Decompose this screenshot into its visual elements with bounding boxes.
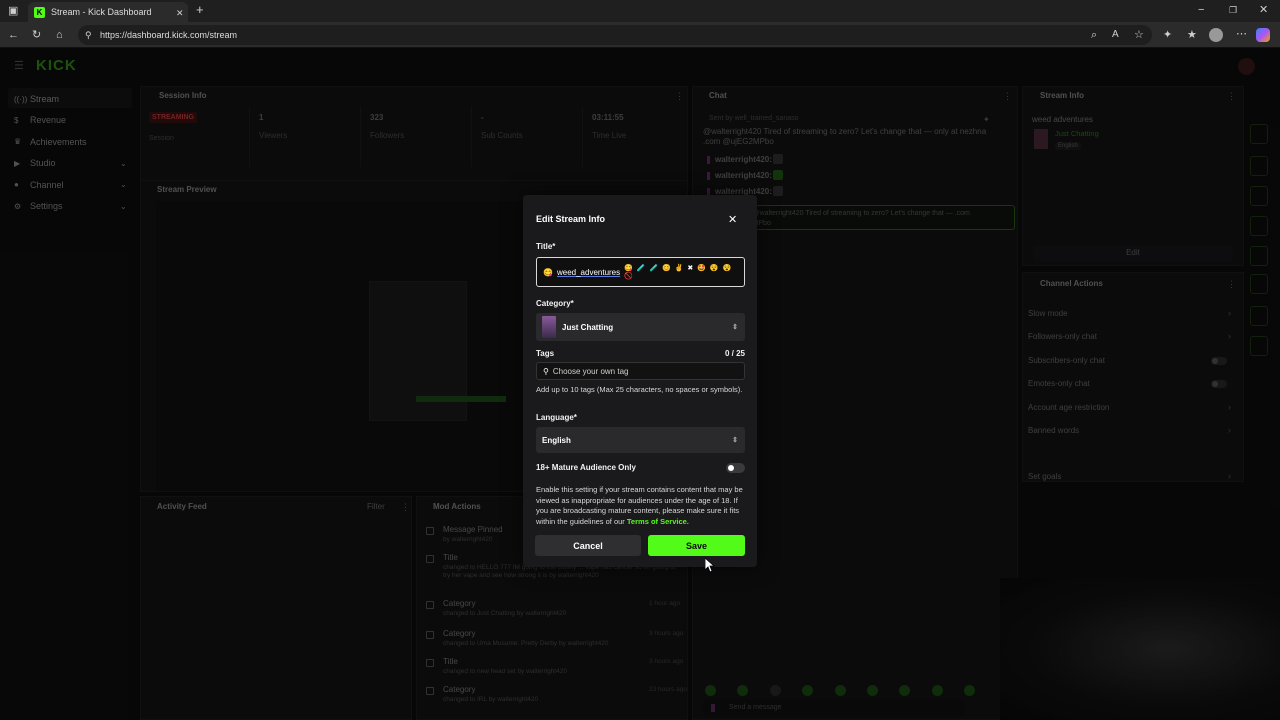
tab-close-icon[interactable]: ✕ bbox=[176, 7, 184, 19]
mature-label: 18+ Mature Audience Only bbox=[536, 463, 636, 472]
browser-menu-icon[interactable]: ⋯ bbox=[1236, 28, 1247, 40]
home-icon[interactable]: ⌂ bbox=[56, 29, 63, 41]
read-aloud-icon[interactable]: A bbox=[1112, 29, 1119, 41]
address-bar-row: ← ↻ ⌂ ⚲ https://dashboard.kick.com/strea… bbox=[0, 22, 1280, 48]
language-value: English bbox=[542, 435, 571, 445]
category-thumb bbox=[542, 316, 556, 338]
window-menu-icon[interactable]: ▣ bbox=[8, 5, 18, 17]
url-field[interactable]: ⚲ https://dashboard.kick.com/stream bbox=[78, 25, 1152, 45]
close-icon[interactable]: ✕ bbox=[728, 213, 737, 226]
title-emojis: 😋 🧪 🧪 😊 ✌ ✖ 🤩 😵 😵 🚫 bbox=[624, 265, 733, 280]
dialog-title: Edit Stream Info bbox=[536, 214, 606, 224]
title-input-value: weed_adventures bbox=[556, 267, 621, 277]
tags-input[interactable]: ⚲ Choose your own tag bbox=[536, 362, 745, 380]
category-label: Category* bbox=[536, 299, 574, 308]
maximize-icon[interactable]: ❐ bbox=[1229, 4, 1237, 16]
tab-title: Stream - Kick Dashboard bbox=[51, 7, 152, 17]
minimize-icon[interactable]: − bbox=[1198, 4, 1204, 16]
mouse-cursor-icon bbox=[705, 558, 715, 573]
edit-stream-info-dialog: Edit Stream Info ✕ Title* 😋 weed_adventu… bbox=[523, 195, 757, 567]
title-emoji-start: 😋 bbox=[543, 267, 553, 277]
title-label: Title* bbox=[536, 242, 556, 251]
cancel-button[interactable]: Cancel bbox=[535, 535, 641, 556]
save-button[interactable]: Save bbox=[648, 535, 745, 556]
copilot-icon[interactable] bbox=[1256, 28, 1270, 42]
tags-help: Add up to 10 tags (Max 25 characters, no… bbox=[536, 385, 743, 394]
favorite-star-icon[interactable]: ☆ bbox=[1134, 29, 1144, 41]
tags-label: Tags bbox=[536, 349, 555, 358]
zoom-icon[interactable]: ⌕ bbox=[1091, 29, 1097, 41]
tags-count: 0 / 25 bbox=[724, 349, 745, 358]
extensions-icon[interactable]: ✦ bbox=[1163, 29, 1172, 41]
browser-tab-bar: ▣ K Stream - Kick Dashboard ✕ + − ❐ ✕ bbox=[0, 0, 1280, 22]
browser-tab[interactable]: K Stream - Kick Dashboard ✕ bbox=[28, 2, 188, 22]
language-select[interactable]: English ⇕ bbox=[536, 427, 745, 453]
mature-toggle[interactable] bbox=[726, 463, 745, 473]
new-tab-icon[interactable]: + bbox=[196, 3, 204, 16]
language-label: Language* bbox=[536, 413, 577, 422]
refresh-icon[interactable]: ↻ bbox=[32, 29, 41, 41]
kick-favicon-icon: K bbox=[34, 6, 45, 18]
category-chevron-icon: ⇕ bbox=[732, 324, 738, 331]
tags-placeholder: Choose your own tag bbox=[552, 366, 629, 376]
close-window-icon[interactable]: ✕ bbox=[1259, 4, 1268, 16]
search-icon: ⚲ bbox=[543, 366, 549, 376]
tos-link[interactable]: Terms of Service. bbox=[627, 517, 689, 526]
collections-icon[interactable]: ★ bbox=[1187, 29, 1197, 41]
profile-avatar[interactable] bbox=[1209, 28, 1223, 42]
category-select[interactable]: Just Chatting ⇕ bbox=[536, 313, 745, 341]
category-value: Just Chatting bbox=[562, 322, 614, 332]
url-text: https://dashboard.kick.com/stream bbox=[100, 30, 238, 40]
site-info-icon[interactable]: ⚲ bbox=[85, 29, 92, 41]
title-input[interactable]: 😋 weed_adventures 😋 🧪 🧪 😊 ✌ ✖ 🤩 😵 😵 🚫 bbox=[536, 257, 745, 287]
mature-help: Enable this setting if your stream conta… bbox=[536, 485, 748, 527]
language-chevron-icon: ⇕ bbox=[732, 437, 738, 444]
back-icon[interactable]: ← bbox=[8, 29, 19, 41]
